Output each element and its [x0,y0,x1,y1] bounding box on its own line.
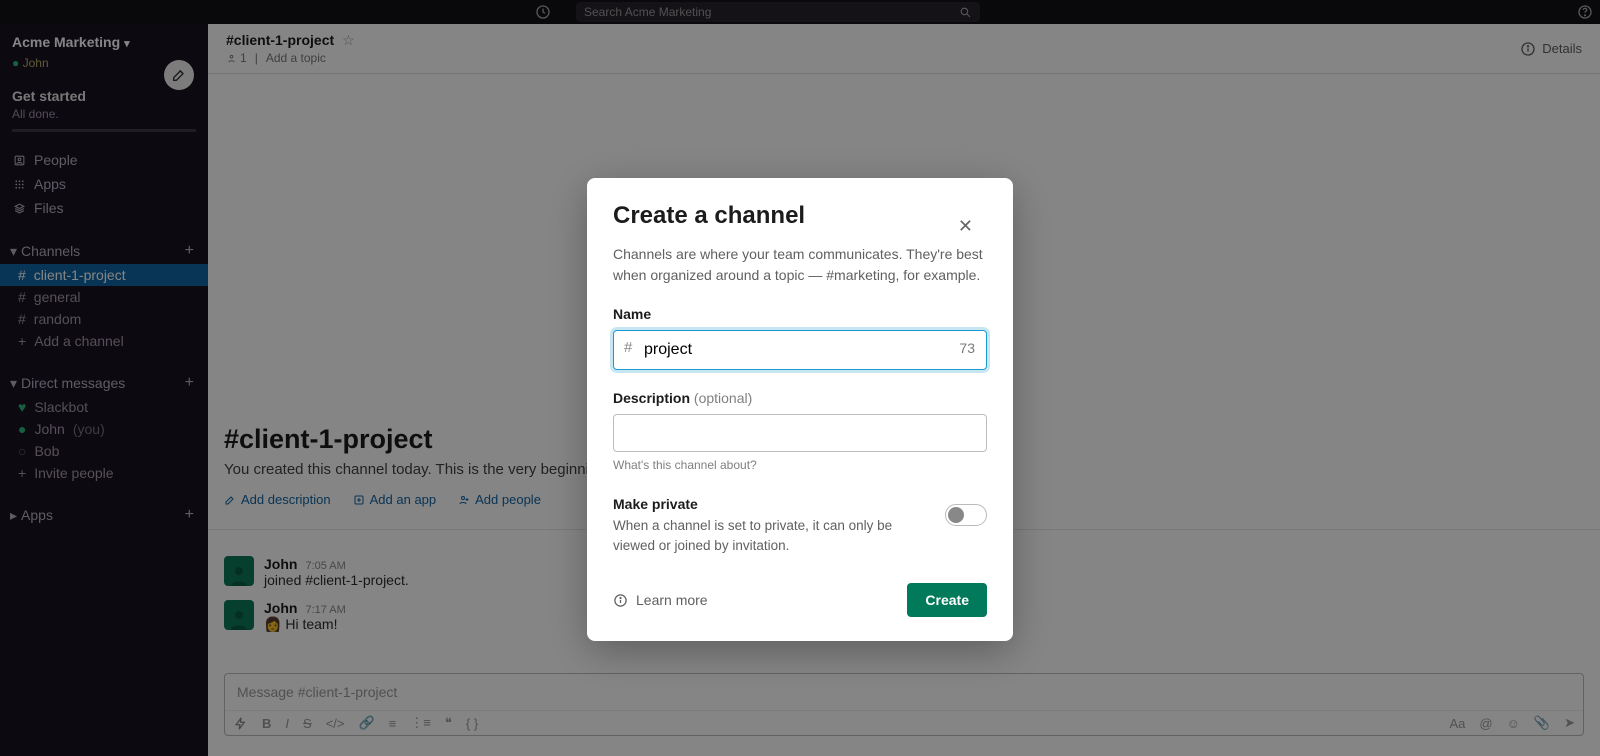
modal-overlay[interactable]: Create a channel ✕ Channels are where yo… [0,0,1600,756]
optional-label: (optional) [694,390,752,406]
name-label: Name [613,306,987,322]
create-channel-modal: Create a channel ✕ Channels are where yo… [587,178,1013,641]
info-icon [613,593,628,608]
char-remaining: 73 [959,340,975,356]
channel-description-input[interactable] [613,414,987,452]
modal-description: Channels are where your team communicate… [613,244,987,286]
modal-title: Create a channel [613,202,987,230]
create-button[interactable]: Create [907,583,987,617]
make-private-desc: When a channel is set to private, it can… [613,516,927,555]
hash-icon: # [624,339,632,356]
channel-name-input[interactable] [613,330,987,370]
learn-more-link[interactable]: Learn more [613,592,708,608]
description-label: Description [613,390,690,406]
make-private-title: Make private [613,496,927,512]
private-toggle[interactable] [945,504,987,526]
close-icon[interactable]: ✕ [958,216,973,237]
description-hint: What's this channel about? [613,458,987,472]
